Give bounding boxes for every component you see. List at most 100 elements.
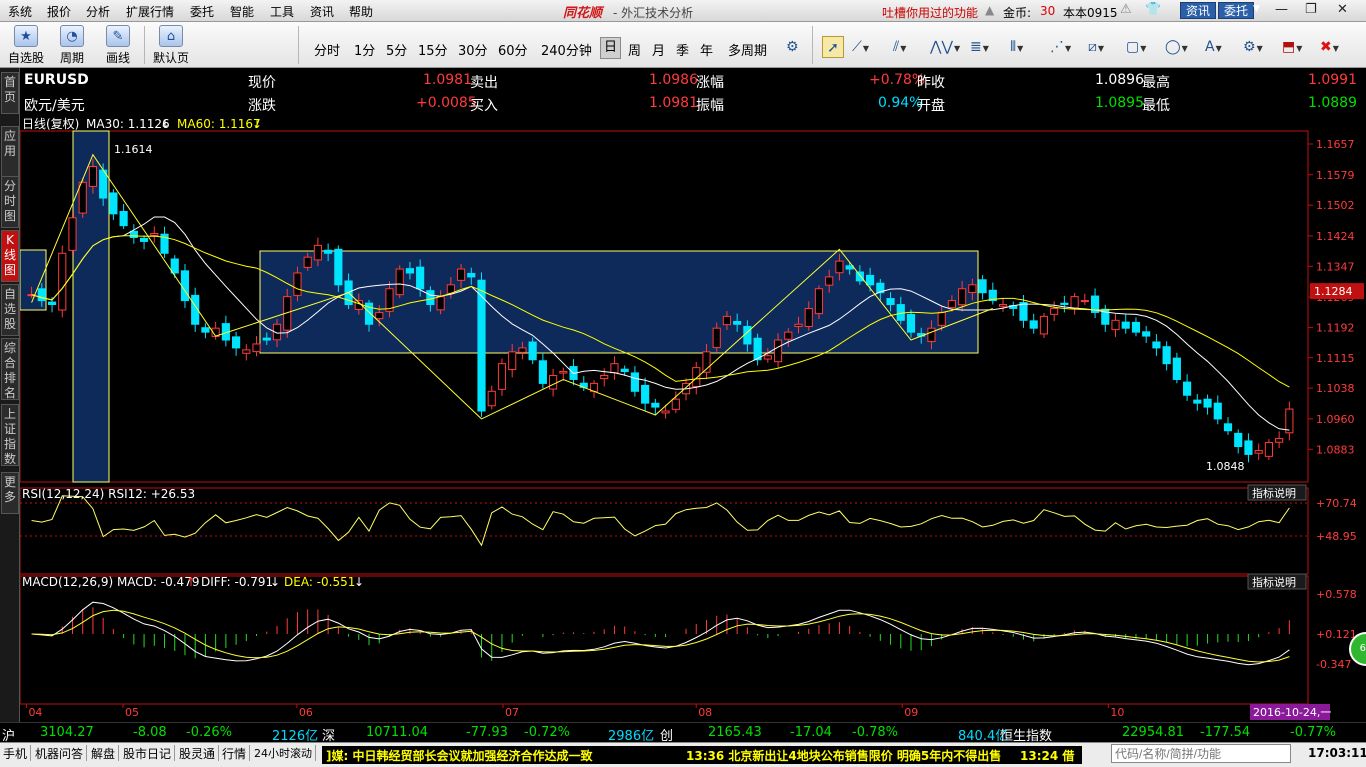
candle-body xyxy=(252,343,261,353)
nav-kline[interactable]: K线图 xyxy=(1,230,19,282)
delete-icon[interactable]: ✖▼ xyxy=(1320,36,1339,58)
default-page-button[interactable]: ⌂ 默认页 xyxy=(150,24,192,66)
nav-home[interactable]: 首页 xyxy=(1,72,19,114)
candle-body xyxy=(1244,440,1253,455)
nav-more[interactable]: 更多 xyxy=(1,472,19,514)
toolbar: ★ 自选股 ◔ 周期 ✎ 画线 ⌂ 默认页 分时 1分 5分 15分 30分 6… xyxy=(0,22,1366,68)
period-15m[interactable]: 15分 xyxy=(418,40,448,59)
settings-gear-icon[interactable]: ⚙ xyxy=(786,36,799,58)
menu-quotes[interactable]: 报价 xyxy=(47,3,71,20)
tab-commentary[interactable]: 解盘 xyxy=(88,745,120,761)
nav-shanghai-index[interactable]: 上证指数 xyxy=(1,404,19,466)
candle-body xyxy=(1183,381,1192,396)
svg-text:↓: ↓ xyxy=(160,117,170,131)
ticker-item-3[interactable]: 13:24 借 xyxy=(1020,747,1074,764)
candle-body xyxy=(1131,321,1141,333)
nav-watchlist[interactable]: 自选股 xyxy=(1,284,19,336)
trade-dropdown-icon[interactable]: ▼ xyxy=(1253,4,1260,14)
macd-diff-label: DIFF: -0.791 xyxy=(201,575,273,589)
shirt-icon[interactable]: 👕 xyxy=(1145,2,1161,17)
bell-icon[interactable]: ▲ xyxy=(985,3,994,17)
trade-button[interactable]: 委托 xyxy=(1218,2,1255,19)
kline-chart-svg[interactable]: +70.74+48.95+0.578+0.121-0.347 1.16571.1… xyxy=(19,116,1366,722)
fibonacci-icon[interactable]: ≣▼ xyxy=(970,36,989,58)
nav-timeshare[interactable]: 分时图 xyxy=(1,176,19,228)
line-tool-icon[interactable]: ⟋▼ xyxy=(852,36,869,58)
period-month[interactable]: 月 xyxy=(652,40,665,59)
period-day[interactable]: 日 xyxy=(600,37,622,59)
period-1m[interactable]: 1分 xyxy=(354,40,375,59)
tab-robot-qa[interactable]: 机器问答 xyxy=(32,745,88,761)
search-input[interactable] xyxy=(1111,744,1291,763)
prev-close-label: 昨收 xyxy=(917,75,945,91)
y-tick-label: 1.1115 xyxy=(1316,352,1355,365)
macd-frame xyxy=(19,575,1309,705)
period-year[interactable]: 年 xyxy=(700,40,713,59)
open-label: 开盘 xyxy=(917,98,945,114)
candle-body xyxy=(814,288,824,315)
rectangle-icon[interactable]: ▢▼ xyxy=(1126,36,1146,58)
candle-body xyxy=(487,390,496,407)
period-week[interactable]: 周 xyxy=(628,40,641,59)
menu-smart[interactable]: 智能 xyxy=(230,3,254,20)
candle-body xyxy=(528,341,537,361)
period-60m[interactable]: 60分 xyxy=(498,40,528,59)
draw-line-button[interactable]: ✎ 画线 xyxy=(98,24,138,66)
nav-apps[interactable]: 应用 xyxy=(1,126,19,182)
gann-icon[interactable]: ⋰▼ xyxy=(1050,36,1071,58)
close-icon[interactable]: ✕ xyxy=(1337,2,1348,17)
candle-body xyxy=(1285,408,1294,434)
ticker-item-2[interactable]: 13:36 北京新出让4地块公布销售限价 明确5年内不得出售 xyxy=(686,747,1001,764)
menu-trade[interactable]: 委托 xyxy=(190,3,214,20)
parallel-line-icon[interactable]: ⫽▼ xyxy=(893,36,906,58)
candle-body xyxy=(906,313,916,333)
x-tick-label: 06 xyxy=(299,706,313,719)
period-multi[interactable]: 多周期 xyxy=(728,40,767,59)
menu-analysis[interactable]: 分析 xyxy=(86,3,110,20)
chart-area[interactable]: +70.74 +48.95 +0.578 +0.121 -0.347 1.1657 1.1… xyxy=(19,116,1366,722)
tab-market[interactable]: 行情 xyxy=(219,745,251,761)
candle-body xyxy=(661,410,670,414)
bookmark-icon[interactable]: ⬒▼ xyxy=(1282,36,1302,58)
period-30m[interactable]: 30分 xyxy=(458,40,488,59)
menu-extended[interactable]: 扩展行情 xyxy=(126,3,174,20)
candle-body xyxy=(743,325,752,345)
news-ticker[interactable]: ]媒: 中日韩经贸部长会议就加强经济合作达成一致 13:36 北京新出让4地块公… xyxy=(322,746,1082,764)
maximize-icon[interactable]: ❐ xyxy=(1305,2,1317,17)
menu-news[interactable]: 资讯 xyxy=(310,3,334,20)
period-quarter[interactable]: 季 xyxy=(676,40,689,59)
app-title: - 外汇技术分析 xyxy=(613,6,694,20)
notification-icon[interactable]: ⚠ xyxy=(1120,2,1132,17)
watchlist-button[interactable]: ★ 自选股 xyxy=(6,24,46,66)
cycle-lines-icon[interactable]: ⦀▼ xyxy=(1010,36,1023,58)
amplitude-value: 0.94% xyxy=(878,95,923,111)
pct-label: 涨幅 xyxy=(696,75,724,91)
nav-ranking[interactable]: 综合排名 xyxy=(1,338,19,400)
rsi-frame xyxy=(19,487,1309,575)
text-tool-icon[interactable]: A▼ xyxy=(1205,36,1222,58)
ticker-item-1[interactable]: ]媒: 中日韩经贸部长会议就加强经济合作达成一致 xyxy=(326,747,592,764)
wave-tool-icon[interactable]: ⋀⋁▼ xyxy=(930,36,960,58)
period-240m[interactable]: 240分钟 xyxy=(541,40,592,59)
period-tick[interactable]: 分时 xyxy=(314,40,340,59)
tab-mobile[interactable]: 手机 xyxy=(0,745,32,761)
news-button[interactable]: 资讯 xyxy=(1180,2,1217,19)
minimize-icon[interactable]: — xyxy=(1275,2,1288,17)
tab-24h-news[interactable]: 24小时滚动 xyxy=(251,745,316,761)
feedback-link[interactable]: 吐槽你用过的功能 xyxy=(882,4,978,21)
ma60-label: MA60: 1.1167 xyxy=(177,117,261,131)
menu-tools[interactable]: 工具 xyxy=(270,3,294,20)
tab-diary[interactable]: 股市日记 xyxy=(120,745,176,761)
channel-icon[interactable]: ⧄▼ xyxy=(1088,36,1104,58)
y-tick-label: 1.0960 xyxy=(1316,413,1355,426)
draw-settings-icon[interactable]: ⚙▼ xyxy=(1243,36,1263,58)
ellipse-icon[interactable]: ◯▼ xyxy=(1165,36,1188,58)
period-5m[interactable]: 5分 xyxy=(386,40,407,59)
svg-text:↓: ↓ xyxy=(252,117,262,131)
tab-linglingtong[interactable]: 股灵通 xyxy=(176,745,220,761)
menu-system[interactable]: 系统 xyxy=(8,3,32,20)
candle-body xyxy=(549,375,558,390)
cursor-select-icon[interactable]: ➚ xyxy=(822,36,844,58)
menu-help[interactable]: 帮助 xyxy=(349,3,373,20)
period-button[interactable]: ◔ 周期 xyxy=(52,24,92,66)
